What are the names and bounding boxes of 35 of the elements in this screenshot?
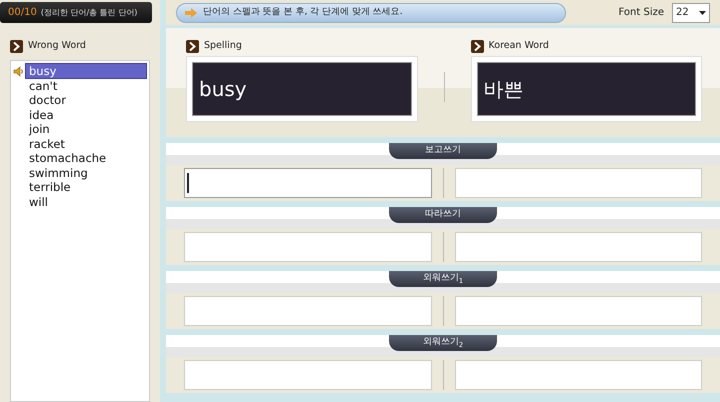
chevron-icon	[186, 40, 199, 52]
section-label: Spelling	[204, 38, 242, 53]
input-field[interactable]	[184, 360, 432, 390]
input-field[interactable]	[184, 168, 432, 198]
score-text: 00/10	[8, 6, 37, 20]
input-field[interactable]	[184, 232, 432, 262]
word-item[interactable]: can't	[25, 78, 147, 94]
word-item[interactable]: will	[25, 194, 147, 210]
input-field[interactable]	[184, 296, 432, 326]
word-item[interactable]: doctor	[25, 92, 147, 108]
word-item[interactable]: idea	[25, 106, 147, 123]
word-item[interactable]: terrible	[25, 179, 147, 196]
input-field[interactable]	[454, 168, 702, 198]
input-field[interactable]	[454, 232, 702, 262]
input-field[interactable]	[454, 360, 702, 390]
word-item[interactable]: busy	[25, 63, 147, 80]
section-label: Wrong Word	[28, 38, 86, 53]
word-display: busy	[192, 62, 412, 116]
word-item[interactable]: stomachache	[25, 150, 147, 166]
arrow-icon	[185, 8, 197, 18]
text-cursor	[187, 173, 189, 193]
font-size-label: Font Size	[618, 6, 664, 20]
word-display: 바쁜	[476, 62, 696, 116]
input-field[interactable]	[454, 296, 702, 326]
caret-icon	[699, 10, 706, 14]
word-item[interactable]: swimming	[25, 164, 147, 181]
word-item[interactable]: join	[25, 121, 147, 138]
speaker-icon[interactable]	[13, 66, 24, 77]
font-size-select[interactable]: 22	[672, 2, 710, 22]
section-label: Korean Word	[488, 38, 549, 53]
chevron-icon	[470, 40, 484, 52]
word-item[interactable]: racket	[25, 136, 147, 152]
instruction-text: 단어의 스펠과 뜻을 본 후, 각 단계에 맞게 쓰세요.	[203, 6, 403, 19]
chevron-icon	[10, 40, 23, 52]
score-note: (정리한 단어/총 틀린 단어)	[40, 6, 138, 18]
